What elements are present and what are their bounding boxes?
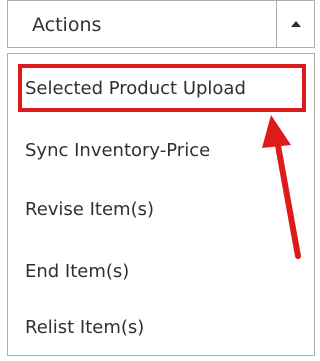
highlight-box (18, 64, 306, 112)
actions-dropdown-menu: Selected Product Upload Sync Inventory-P… (7, 53, 315, 356)
dropdown-toggle-button[interactable] (276, 1, 314, 47)
actions-select-label: Actions (32, 14, 102, 36)
menu-item-sync-inventory-price[interactable]: Sync Inventory-Price (25, 139, 210, 163)
menu-item-relist-items[interactable]: Relist Item(s) (25, 316, 144, 340)
menu-item-end-items[interactable]: End Item(s) (25, 260, 129, 284)
caret-up-icon (291, 21, 301, 27)
actions-dropdown-screenshot: Actions Selected Product Upload Sync Inv… (0, 0, 320, 361)
menu-item-revise-items[interactable]: Revise Item(s) (25, 198, 154, 222)
actions-select[interactable]: Actions (7, 0, 315, 48)
